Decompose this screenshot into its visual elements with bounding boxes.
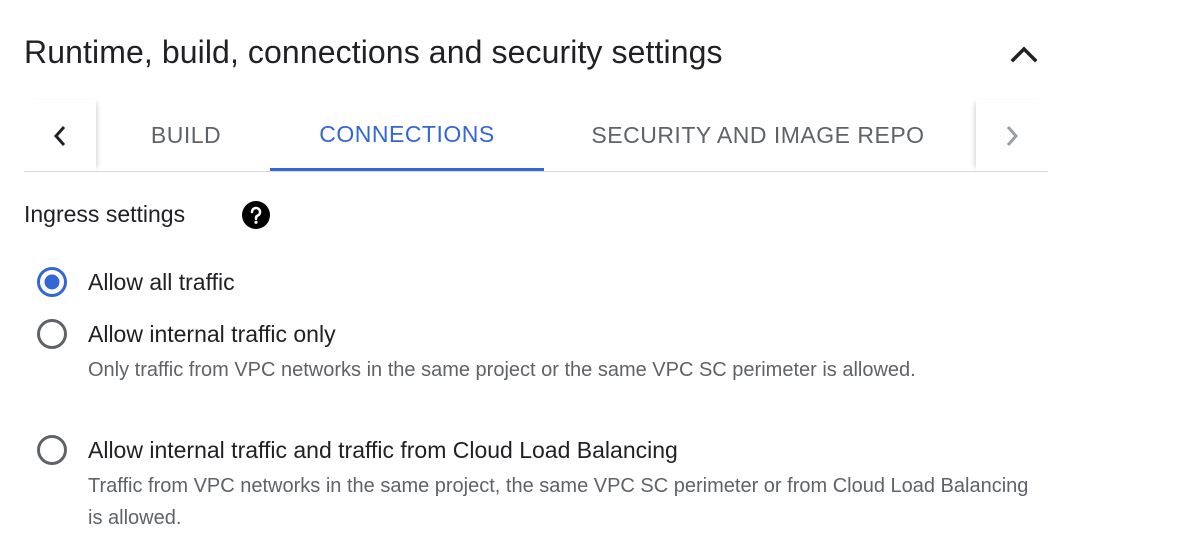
tab-security-label: SECURITY AND IMAGE REPO [591,122,925,148]
option-description-internal-and-lb: Traffic from VPC networks in the same pr… [88,475,1029,529]
tab-build[interactable]: BUILD [96,100,276,171]
radio-allow-internal-only[interactable] [36,318,68,350]
help-circle-icon[interactable] [242,201,270,229]
tab-connections[interactable]: CONNECTIONS [270,100,544,171]
tab-security-and-image-repo[interactable]: SECURITY AND IMAGE REPO [572,100,944,171]
tab-connections-label: CONNECTIONS [319,120,495,147]
option-description-internal-only: Only traffic from VPC networks in the sa… [88,359,916,381]
chevron-left-icon [53,125,66,146]
option-label-internal-only: Allow internal traffic only [88,321,336,347]
ingress-settings-label: Ingress settings [24,201,186,227]
option-label-all-traffic: Allow all traffic [88,269,235,295]
chevron-up-icon [1010,46,1038,63]
tab-scroll-left-button[interactable] [24,100,96,171]
tab-scroll-right-button[interactable] [976,100,1048,171]
radio-allow-internal-and-load-balancing[interactable] [36,434,68,466]
option-label-internal-and-lb: Allow internal traffic and traffic from … [88,437,678,463]
collapse-button[interactable] [1002,33,1046,73]
tab-build-label: BUILD [150,122,222,148]
chevron-right-icon [1006,125,1019,146]
tab-bar: BUILD CONNECTIONS SECURITY AND IMAGE REP… [24,100,1048,172]
section-title: Runtime, build, connections and security… [24,34,723,70]
radio-allow-all-traffic[interactable] [36,266,68,298]
